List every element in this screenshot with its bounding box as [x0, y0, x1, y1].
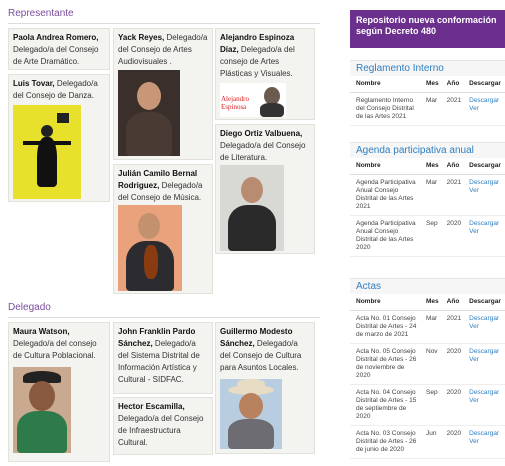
member-name: Diego Ortiz Valbuena,: [220, 129, 303, 138]
member-name: Maura Watson,: [13, 327, 70, 336]
member-photo: [118, 205, 182, 291]
member-card-yack: Yack Reyes, Delegado/a del Consejo de Ar…: [113, 28, 213, 160]
member-card-hector: Hector Escamilla, Delegado/a del Consejo…: [113, 397, 213, 455]
member-name: Hector Escamilla,: [118, 402, 185, 411]
member-card-john: John Franklin Pardo Sánchez, Delegado/a …: [113, 322, 213, 394]
col-header-mes: Mes: [420, 76, 441, 93]
doc-ano: 2020: [440, 343, 464, 385]
view-link[interactable]: Ver: [469, 323, 479, 330]
member-name: Paola Andrea Romero,: [13, 33, 99, 42]
doc-name: Acta No. 01 Consejo Distrital de Artes -…: [350, 310, 420, 344]
doc-ano: 2020: [440, 425, 464, 459]
member-card-guillermo: Guillermo Modesto Sánchez, Delegado/a de…: [215, 322, 315, 454]
table-row: Acta No. 05 Consejo Distrital de Artes -…: [350, 343, 505, 385]
table-row: Agenda Participativa Anual Consejo Distr…: [350, 174, 505, 216]
member-card-maura: Maura Watson, Delegado/a del consejo de …: [8, 322, 110, 462]
col-header-mes: Mes: [420, 294, 441, 311]
doc-name: Reglamento Interno del Consejo Distrital…: [350, 92, 420, 126]
member-card-julian: Julián Camilo Bernal Rodriguez, Delegado…: [113, 164, 213, 294]
actas-block: Actas Nombre Mes Año Descargar Acta No. …: [350, 278, 505, 459]
member-card-paola: Paola Andrea Romero, Delegado/a del Cons…: [8, 28, 110, 70]
doc-ano: 2021: [440, 310, 464, 344]
col-header-name: Nombre: [350, 158, 420, 175]
member-name: Yack Reyes,: [118, 33, 165, 42]
doc-name: Acta No. 05 Consejo Distrital de Artes -…: [350, 343, 420, 385]
col-header-mes: Mes: [420, 158, 441, 175]
view-link[interactable]: Ver: [469, 228, 479, 235]
doc-ano: 2020: [440, 215, 464, 257]
doc-mes: Mar: [420, 174, 441, 216]
view-link[interactable]: Ver: [469, 438, 479, 445]
member-role: Delegado/a del Consejo de Infraestructur…: [118, 414, 204, 447]
download-link[interactable]: Descargar: [469, 179, 499, 186]
table-header-row: Nombre Mes Año Descargar: [350, 158, 505, 175]
view-link[interactable]: Ver: [469, 356, 479, 363]
table-row: Acta No. 04 Consejo Distrital de Artes -…: [350, 384, 505, 426]
view-link[interactable]: Ver: [469, 105, 479, 112]
member-photo: [220, 379, 282, 449]
table-header-row: Nombre Mes Año Descargar: [350, 76, 505, 93]
col-header-download: Descargar: [463, 294, 505, 311]
member-card-luis: Luis Tovar, Delegado/a del Consejo de Da…: [8, 74, 110, 202]
section-title-representante: Representante: [8, 8, 74, 19]
table-row: Reglamento Interno del Consejo Distrital…: [350, 92, 505, 126]
col-header-ano: Año: [440, 76, 464, 93]
member-photo: Alejandro Espinosa: [220, 83, 286, 117]
block-title-actas: Actas: [350, 278, 505, 294]
col-header-ano: Año: [440, 294, 464, 311]
doc-name: Acta No. 03 Consejo Distrital de Artes -…: [350, 425, 420, 459]
member-role: Delegado/a del Consejo de Arte Dramático…: [13, 45, 99, 66]
table-row: Agenda Participativa Anual Consejo Distr…: [350, 215, 505, 257]
col-header-download: Descargar: [463, 76, 505, 93]
member-photo: [118, 70, 180, 156]
download-link[interactable]: Descargar: [469, 430, 499, 437]
doc-name: Agenda Participativa Anual Consejo Distr…: [350, 174, 420, 216]
member-card-alejandro: Alejandro Espinoza Díaz, Delegado/a del …: [215, 28, 315, 120]
download-link[interactable]: Descargar: [469, 220, 499, 227]
view-link[interactable]: Ver: [469, 397, 479, 404]
member-photo: [13, 367, 71, 453]
table-row: Acta No. 01 Consejo Distrital de Artes -…: [350, 310, 505, 344]
reglamento-table: Nombre Mes Año Descargar Reglamento Inte…: [350, 76, 505, 126]
table-row: Acta No. 03 Consejo Distrital de Artes -…: [350, 425, 505, 459]
col-header-name: Nombre: [350, 76, 420, 93]
download-link[interactable]: Descargar: [469, 315, 499, 322]
member-photo: [220, 165, 284, 251]
view-link[interactable]: Ver: [469, 187, 479, 194]
doc-mes: Mar: [420, 92, 441, 126]
block-title-reglamento: Reglamento Interno: [350, 60, 505, 76]
agenda-block: Agenda participativa anual Nombre Mes Añ…: [350, 142, 505, 257]
download-link[interactable]: Descargar: [469, 389, 499, 396]
doc-name: Agenda Participativa Anual Consejo Distr…: [350, 215, 420, 257]
member-card-diego: Diego Ortiz Valbuena, Delegado/a del Con…: [215, 124, 315, 254]
reglamento-block: Reglamento Interno Nombre Mes Año Descar…: [350, 60, 505, 126]
download-link[interactable]: Descargar: [469, 348, 499, 355]
agenda-table: Nombre Mes Año Descargar Agenda Particip…: [350, 158, 505, 257]
repository-header: Repositorio nueva conformación según Dec…: [350, 10, 505, 48]
doc-mes: Sep: [420, 384, 441, 426]
signature-logo: Alejandro Espinosa: [221, 95, 249, 111]
member-role: Delegado/a del consejo de Cultura Poblac…: [13, 339, 97, 360]
table-header-row: Nombre Mes Año Descargar: [350, 294, 505, 311]
col-header-name: Nombre: [350, 294, 420, 311]
doc-name: Acta No. 04 Consejo Distrital de Artes -…: [350, 384, 420, 426]
col-header-ano: Año: [440, 158, 464, 175]
section-divider: [8, 317, 320, 318]
block-title-agenda: Agenda participativa anual: [350, 142, 505, 158]
doc-mes: Sep: [420, 215, 441, 257]
doc-ano: 2021: [440, 92, 464, 126]
actas-table: Nombre Mes Año Descargar Acta No. 01 Con…: [350, 294, 505, 459]
col-header-download: Descargar: [463, 158, 505, 175]
member-photo: [13, 105, 81, 199]
doc-ano: 2021: [440, 174, 464, 216]
member-name: Luis Tovar,: [13, 79, 55, 88]
member-role: Delegado/a del Consejo de Literatura.: [220, 141, 306, 162]
doc-ano: 2020: [440, 384, 464, 426]
section-title-delegado: Delegado: [8, 302, 51, 313]
doc-mes: Jun: [420, 425, 441, 459]
section-divider: [8, 23, 320, 24]
download-link[interactable]: Descargar: [469, 97, 499, 104]
doc-mes: Nov: [420, 343, 441, 385]
doc-mes: Mar: [420, 310, 441, 344]
